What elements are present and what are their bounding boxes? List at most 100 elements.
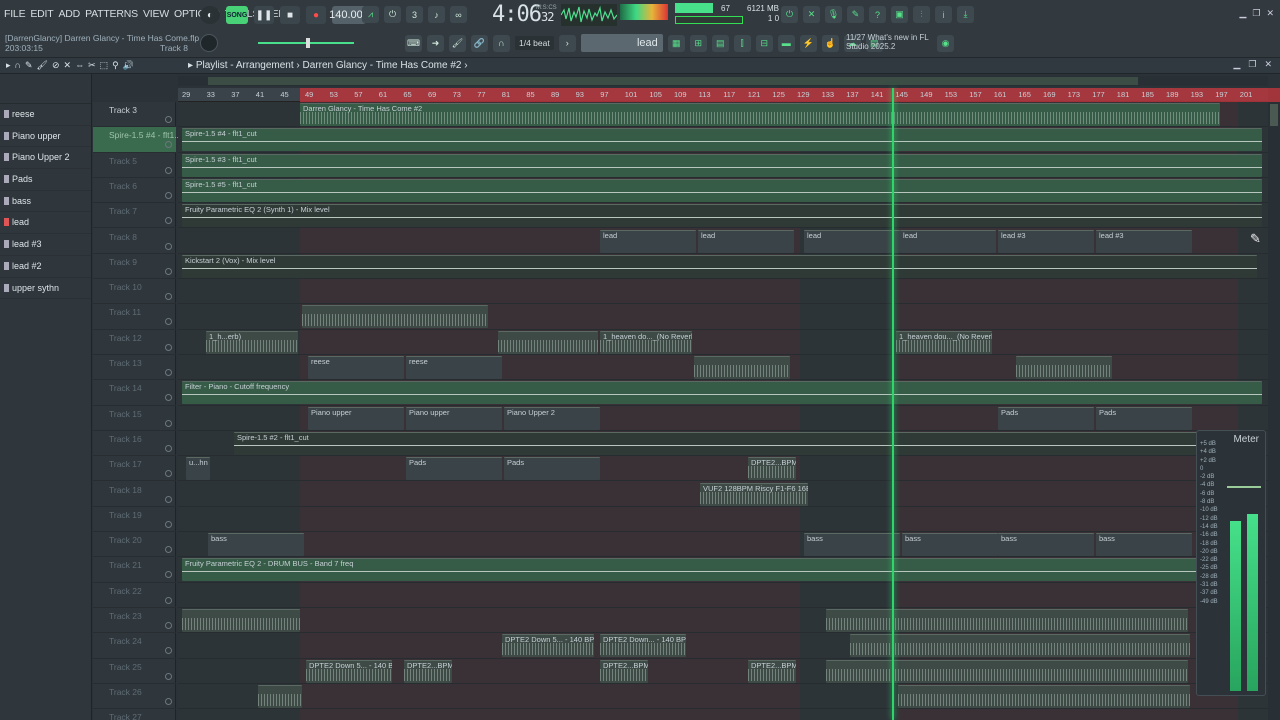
track-header[interactable]: Track 20: [93, 532, 176, 558]
playlist-clip[interactable]: Piano upper: [406, 406, 502, 430]
playlist-clip[interactable]: DPTE2 Down... - 140 BPM: [600, 634, 686, 658]
track-header[interactable]: Track 9: [93, 254, 176, 280]
playlist-clip[interactable]: DPTE2...BPM: [600, 659, 648, 683]
record-button[interactable]: ●: [306, 6, 326, 24]
track-header[interactable]: Spire-1.5 #4 - flt1...: [93, 127, 181, 153]
playlist-clip[interactable]: Pads: [1096, 406, 1192, 430]
track-header[interactable]: Track 6: [93, 178, 176, 204]
master-volume-slider[interactable]: [258, 38, 354, 48]
picker-item[interactable]: Piano upper: [0, 126, 91, 148]
track-mute-icon[interactable]: [165, 369, 172, 376]
picker-item[interactable]: lead #3: [0, 234, 91, 256]
vertical-scrollbar[interactable]: [1268, 102, 1280, 720]
restore-icon[interactable]: ❐: [1252, 8, 1260, 19]
mixer-button-icon[interactable]: ⫿: [733, 34, 751, 52]
playlist-clip[interactable]: [258, 684, 302, 708]
track-header[interactable]: Track 27: [93, 709, 176, 720]
playlist-clip[interactable]: reese: [308, 356, 404, 379]
picker-item[interactable]: Pads: [0, 169, 91, 191]
track-mute-icon[interactable]: [165, 571, 172, 579]
snap-selector[interactable]: 1/4 beat: [515, 36, 554, 50]
pattern-song-toggle[interactable]: ◐: [200, 6, 220, 24]
arrow-icon[interactable]: ➜: [427, 34, 444, 52]
playlist-clip[interactable]: lead: [900, 229, 996, 253]
playlist-clip[interactable]: lead: [600, 229, 696, 253]
track-lane[interactable]: [178, 456, 1268, 482]
playlist-clip[interactable]: Fruity Parametric EQ 2 (Synth 1) - Mix l…: [182, 204, 1262, 228]
playlist-grid[interactable]: Darren Glancy - Time Has Come #2 Spire-1.…: [178, 102, 1268, 720]
track-header[interactable]: Track 17: [93, 456, 176, 482]
plug-icon[interactable]: ⚡: [799, 34, 817, 52]
horizontal-scrollbar[interactable]: [178, 76, 1268, 86]
picker-item[interactable]: reese: [0, 104, 91, 126]
track-header[interactable]: Track 25: [93, 659, 176, 684]
mixer-icon[interactable]: ⫶: [913, 6, 930, 23]
playlist-clip[interactable]: 1_h...erb): [206, 330, 298, 354]
playlist-clip[interactable]: [850, 634, 1190, 658]
track-header[interactable]: Track 18: [93, 482, 176, 507]
track-mute-icon[interactable]: [165, 141, 172, 149]
playback-tool-icon[interactable]: 🔊: [123, 60, 134, 71]
picker-item[interactable]: upper sythn: [0, 278, 91, 300]
track-mute-icon[interactable]: [165, 116, 172, 123]
track-header[interactable]: Track 8: [93, 229, 176, 254]
track-mute-icon[interactable]: [165, 191, 172, 199]
slip-tool-icon[interactable]: ⇔: [75, 60, 84, 71]
track-lane[interactable]: [178, 583, 1268, 608]
track-header[interactable]: Track 24: [93, 633, 176, 659]
playlist-clip[interactable]: [826, 609, 1188, 632]
draw-tool-icon[interactable]: ✎: [25, 60, 33, 71]
playlist-clip[interactable]: bass: [902, 533, 998, 557]
power-icon[interactable]: ⏻: [781, 6, 798, 23]
track-mute-icon[interactable]: [165, 495, 172, 503]
playlist-clip[interactable]: Spire-1.5 #3 - flt1_cut: [182, 153, 1262, 177]
pattern-arrow-icon[interactable]: ›: [558, 34, 576, 52]
playlist-clip[interactable]: [498, 330, 598, 354]
plugin-db-icon[interactable]: ▬: [777, 34, 795, 52]
track-mute-icon[interactable]: [165, 520, 172, 528]
playlist-clip[interactable]: Kickstart 2 (Vox) - Mix level: [182, 254, 1257, 278]
track-mute-icon[interactable]: [165, 419, 172, 427]
track-mute-icon[interactable]: [165, 622, 172, 629]
playlist-icon[interactable]: ▦: [667, 34, 685, 52]
playlist-clip[interactable]: DPTE2 Down 5... - 140 BPM: [502, 634, 594, 658]
track-header[interactable]: Track 5: [93, 153, 176, 178]
loop-selection[interactable]: [300, 88, 1280, 102]
playlist-clip[interactable]: [694, 356, 790, 379]
playlist-clip[interactable]: bass: [804, 533, 900, 557]
delete-tool-icon[interactable]: ⊘: [52, 60, 60, 71]
track-header[interactable]: Track 10: [93, 279, 176, 305]
playlist-minimize-icon[interactable]: ▁: [1233, 59, 1240, 70]
playlist-clip[interactable]: Pads: [998, 406, 1094, 430]
menu-item-file[interactable]: FILE: [4, 8, 26, 20]
track-mute-icon[interactable]: [165, 267, 172, 275]
playhead[interactable]: [892, 88, 894, 720]
blend-icon[interactable]: ∞: [450, 6, 467, 23]
track-header[interactable]: Track 16: [93, 431, 176, 457]
news-panel[interactable]: 11/27 What's new in FL Studio 2025.2: [846, 33, 929, 51]
playlist-clip[interactable]: [826, 659, 1188, 683]
playlist-close-icon[interactable]: ✕: [1264, 59, 1272, 70]
download-icon[interactable]: ⤓: [957, 6, 974, 23]
playlist-clip[interactable]: [898, 684, 1190, 708]
track-header[interactable]: Track 14: [93, 380, 176, 406]
playlist-clip[interactable]: VUF2 128BPM Riscy F1-F6 16Bars: [700, 482, 808, 506]
playlist-clip[interactable]: bass: [998, 533, 1094, 557]
track-lane[interactable]: [178, 330, 1268, 355]
zoom-tool-icon[interactable]: ⚲: [112, 60, 119, 71]
playlist-maximize-icon[interactable]: ❐: [1248, 59, 1256, 70]
browser-icon[interactable]: ⊟: [755, 34, 773, 52]
playlist-clip[interactable]: [182, 609, 300, 632]
playlist-breadcrumb[interactable]: Darren Glancy - Time Has Come #2: [303, 60, 462, 71]
playlist-clip[interactable]: Fruity Parametric EQ 2 - DRUM BUS - Band…: [182, 558, 1262, 582]
select-tool-icon[interactable]: ⬚: [100, 60, 109, 71]
track-mute-icon[interactable]: [165, 672, 172, 680]
track-mute-icon[interactable]: [165, 217, 172, 225]
playlist-clip[interactable]: DPTE2...BPM: [748, 457, 796, 481]
playlist-clip[interactable]: bass: [208, 533, 304, 557]
pause-button[interactable]: ❚❚: [254, 6, 274, 24]
menu-item-patterns[interactable]: PATTERNS: [85, 8, 138, 20]
menu-item-add[interactable]: ADD: [59, 8, 81, 20]
playlist-clip[interactable]: Piano Upper 2: [504, 406, 600, 430]
tools-icon[interactable]: ✎: [847, 6, 864, 23]
